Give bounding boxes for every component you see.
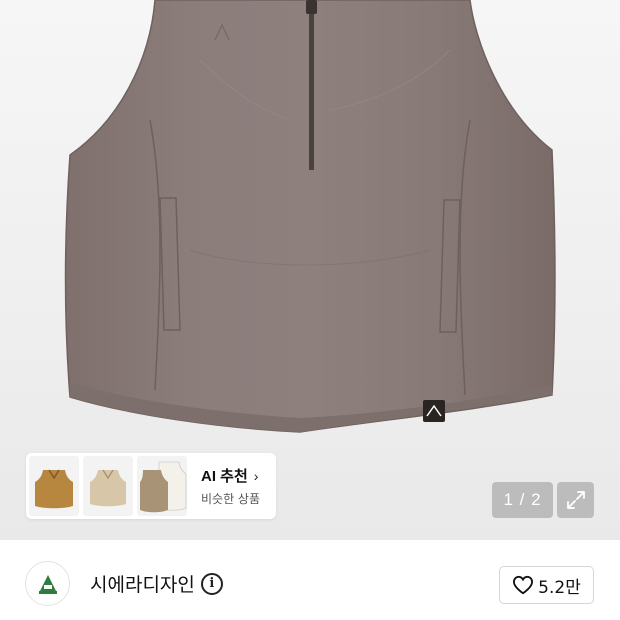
product-image[interactable]: AI 추천 › 비슷한 상품 1 / 2 bbox=[0, 0, 620, 540]
beige-vest-thumb[interactable] bbox=[83, 456, 133, 516]
beige-vest-icon bbox=[90, 469, 126, 507]
expand-icon bbox=[566, 491, 585, 509]
brand-logo-icon bbox=[38, 574, 57, 594]
ai-recommend-card[interactable]: AI 추천 › 비슷한 상품 bbox=[26, 453, 276, 519]
ai-recommend-title: AI 추천 bbox=[201, 468, 248, 485]
brand-logo[interactable] bbox=[25, 561, 70, 606]
ai-recommend-subtitle: 비슷한 상품 bbox=[201, 492, 261, 506]
brown-vest-icon bbox=[35, 469, 73, 509]
chevron-right-icon: › bbox=[253, 467, 259, 484]
info-icon[interactable]: i bbox=[200, 572, 223, 595]
brown-vest-thumb[interactable] bbox=[29, 456, 79, 516]
khaki-white-vest-icon bbox=[140, 461, 187, 513]
like-count: 5.2만 bbox=[538, 577, 581, 598]
ai-recommend-text[interactable]: AI 추천 › 비슷한 상품 bbox=[201, 465, 260, 507]
like-button[interactable]: 5.2만 bbox=[499, 566, 594, 604]
khaki-white-vest-thumb[interactable] bbox=[137, 456, 187, 516]
expand-button[interactable] bbox=[557, 482, 594, 518]
image-counter: 1 / 2 bbox=[492, 482, 553, 518]
brand-name[interactable]: 시에라디자인 bbox=[90, 570, 195, 597]
heart-icon bbox=[513, 575, 534, 595]
brand-name-row[interactable]: 시에라디자인 i bbox=[90, 570, 223, 597]
